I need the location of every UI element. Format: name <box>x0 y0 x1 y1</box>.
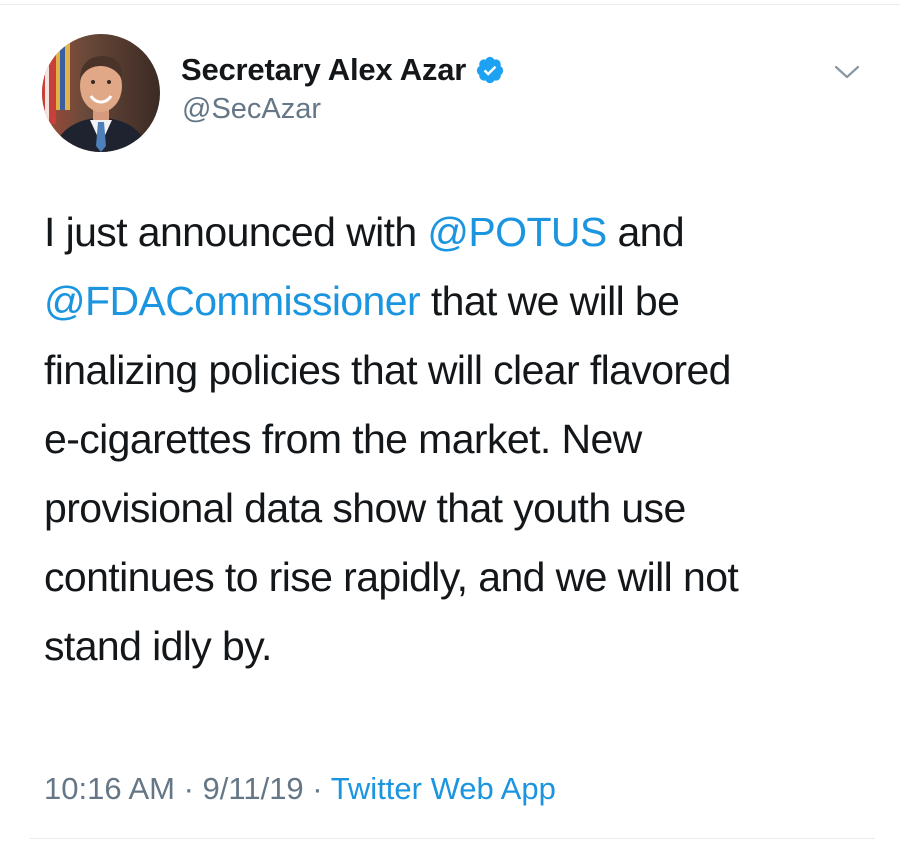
tweet-text-fragment: I just announced with <box>44 209 428 255</box>
tweet-line: e-cigarettes from the market. New <box>44 416 642 462</box>
author-name-row[interactable]: Secretary Alex Azar <box>181 52 505 88</box>
chevron-down-icon[interactable] <box>833 62 861 82</box>
tweet-source-link[interactable]: Twitter Web App <box>331 771 556 806</box>
meta-separator: · <box>303 771 331 806</box>
tweet-date[interactable]: 9/11/19 <box>203 771 304 806</box>
avatar[interactable] <box>42 34 160 152</box>
mention-potus-link[interactable]: @POTUS <box>427 209 607 255</box>
bottom-divider <box>30 838 875 839</box>
author-handle[interactable]: @SecAzar <box>182 93 321 126</box>
tweet-line: continues to rise rapidly, and we will n… <box>44 554 739 600</box>
verified-badge-icon <box>475 55 505 85</box>
top-divider <box>0 4 900 5</box>
tweet-meta: 10:16 AM · 9/11/19 · Twitter Web App <box>44 771 556 807</box>
tweet-text-fragment: that we will be <box>420 278 680 324</box>
meta-separator: · <box>174 771 203 806</box>
avatar-image <box>42 34 160 152</box>
mention-fdacommissioner-link[interactable]: @FDACommissioner <box>44 278 421 324</box>
tweet-body: I just announced with @POTUS and @FDACom… <box>44 198 864 681</box>
tweet-line: stand idly by. <box>44 623 272 669</box>
tweet-text-fragment: and <box>606 209 685 255</box>
tweet-time[interactable]: 10:16 AM <box>44 771 175 806</box>
tweet-line: I just announced with @POTUS and <box>44 198 864 267</box>
author-display-name[interactable]: Secretary Alex Azar <box>181 52 466 88</box>
tweet-line: provisional data show that youth use <box>44 485 686 531</box>
tweet-line: @FDACommissioner that we will be <box>44 267 864 336</box>
tweet-line: finalizing policies that will clear flav… <box>44 347 731 393</box>
